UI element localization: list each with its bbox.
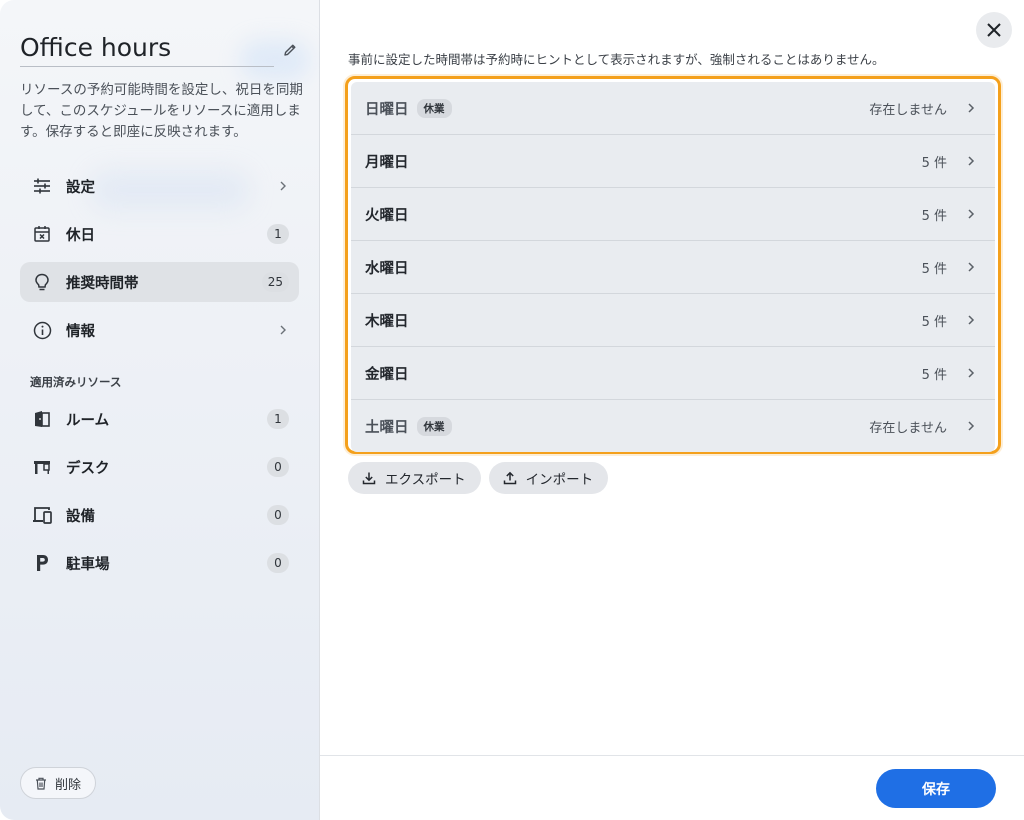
- upload-icon: [503, 471, 516, 485]
- resource-item-parking[interactable]: 駐車場 0: [20, 543, 299, 583]
- nav-label: 推奨時間帯: [66, 275, 139, 292]
- nav-label: ルーム: [66, 412, 110, 429]
- count-badge: 1: [267, 409, 289, 429]
- office-hours-dialog: Office hours リソースの予約可能時間を設定し、祝日を同期して、このス…: [0, 0, 1024, 820]
- close-button[interactable]: [976, 12, 1012, 48]
- nav-label: デスク: [66, 460, 110, 477]
- day-row-sunday[interactable]: 日曜日 休業 存在しません: [351, 82, 995, 135]
- nav-label: 休日: [66, 227, 95, 244]
- chevron-right-icon: [968, 368, 975, 378]
- count-badge: 0: [267, 505, 289, 525]
- chevron-right-icon: [968, 156, 975, 166]
- chevron-right-icon: [968, 103, 975, 113]
- closed-tag: 休業: [416, 416, 452, 436]
- import-export-actions: エクスポート インポート: [348, 462, 609, 494]
- weekday-list-highlight: 日曜日 休業 存在しません 月曜日 5 件 火曜日 5 件 水曜日 5 件 木曜…: [345, 76, 1001, 454]
- resource-item-desks[interactable]: デスク 0: [20, 447, 299, 487]
- trash-icon: [36, 777, 46, 790]
- schedule-title[interactable]: Office hours: [20, 32, 274, 67]
- schedule-description: リソースの予約可能時間を設定し、祝日を同期して、このスケジュールをリソースに適用…: [20, 82, 303, 140]
- day-status: 存在しません: [869, 420, 947, 436]
- day-name: 月曜日: [365, 154, 409, 171]
- nav-item-info[interactable]: 情報: [20, 310, 299, 350]
- closed-tag: 休業: [416, 98, 452, 118]
- desk-icon: [32, 457, 52, 477]
- resources-nav: ルーム 1 デスク 0 設備 0 駐車場 0: [20, 399, 299, 583]
- import-button[interactable]: インポート: [488, 462, 609, 494]
- day-row-thursday[interactable]: 木曜日 5 件: [351, 294, 995, 347]
- count-badge: 1: [267, 224, 289, 244]
- day-status: 存在しません: [869, 102, 947, 118]
- resource-item-equipment[interactable]: 設備 0: [20, 495, 299, 535]
- pencil-icon[interactable]: [282, 42, 298, 58]
- main-panel: 事前に設定した時間帯は予約時にヒントとして表示されますが、強制されることはありま…: [320, 0, 1024, 820]
- dialog-footer: 保存: [320, 755, 1024, 820]
- sliders-icon: [32, 176, 52, 196]
- day-name: 土曜日: [365, 419, 409, 436]
- day-row-saturday[interactable]: 土曜日 休業 存在しません: [351, 400, 995, 452]
- delete-button[interactable]: 削除: [20, 767, 97, 799]
- day-status: 5 件: [921, 261, 947, 277]
- count-badge: 0: [267, 553, 289, 573]
- day-name: 水曜日: [365, 260, 409, 277]
- day-status: 5 件: [921, 314, 947, 330]
- chevron-right-icon: [280, 325, 286, 335]
- export-label: エクスポート: [385, 472, 466, 488]
- save-button[interactable]: 保存: [876, 769, 996, 808]
- close-icon: [987, 23, 1001, 37]
- chevron-right-icon: [280, 181, 286, 191]
- nav-label: 設備: [66, 508, 95, 525]
- day-row-wednesday[interactable]: 水曜日 5 件: [351, 241, 995, 294]
- devices-icon: [32, 505, 52, 525]
- chevron-right-icon: [968, 209, 975, 219]
- weekday-list: 日曜日 休業 存在しません 月曜日 5 件 火曜日 5 件 水曜日 5 件 木曜…: [351, 82, 995, 452]
- calendar-x-icon: [32, 224, 52, 244]
- chevron-right-icon: [968, 421, 975, 431]
- count-badge: 0: [267, 457, 289, 477]
- suggested-hours-hint: 事前に設定した時間帯は予約時にヒントとして表示されますが、強制されることはありま…: [348, 52, 885, 67]
- day-row-friday[interactable]: 金曜日 5 件: [351, 347, 995, 400]
- nav-label: 設定: [66, 179, 95, 196]
- settings-nav: 設定 休日 1 推奨時間帯 25 情報: [20, 166, 299, 350]
- door-icon: [32, 409, 52, 429]
- day-status: 5 件: [921, 208, 947, 224]
- title-row: Office hours: [20, 32, 300, 68]
- applied-resources-heading: 適用済みリソース: [30, 375, 122, 389]
- export-button[interactable]: エクスポート: [348, 462, 481, 494]
- chevron-right-icon: [968, 315, 975, 325]
- nav-label: 情報: [66, 323, 95, 340]
- day-name: 日曜日: [365, 101, 409, 118]
- lightbulb-icon: [32, 272, 52, 292]
- day-name: 木曜日: [365, 313, 409, 330]
- chevron-right-icon: [968, 262, 975, 272]
- import-label: インポート: [525, 472, 594, 488]
- day-status: 5 件: [921, 367, 947, 383]
- nav-item-settings[interactable]: 設定: [20, 166, 299, 206]
- day-name: 金曜日: [365, 366, 409, 383]
- nav-item-holidays[interactable]: 休日 1: [20, 214, 299, 254]
- nav-item-suggested-hours[interactable]: 推奨時間帯 25: [20, 262, 299, 302]
- resource-item-rooms[interactable]: ルーム 1: [20, 399, 299, 439]
- count-badge: 25: [261, 272, 289, 292]
- day-row-tuesday[interactable]: 火曜日 5 件: [351, 188, 995, 241]
- day-status: 5 件: [921, 155, 947, 171]
- delete-label: 削除: [55, 777, 82, 793]
- info-icon: [32, 320, 52, 340]
- parking-icon: [32, 553, 52, 573]
- nav-label: 駐車場: [66, 556, 110, 573]
- download-icon: [362, 472, 376, 485]
- day-name: 火曜日: [365, 207, 409, 224]
- sidebar: Office hours リソースの予約可能時間を設定し、祝日を同期して、このス…: [0, 0, 320, 820]
- day-row-monday[interactable]: 月曜日 5 件: [351, 135, 995, 188]
